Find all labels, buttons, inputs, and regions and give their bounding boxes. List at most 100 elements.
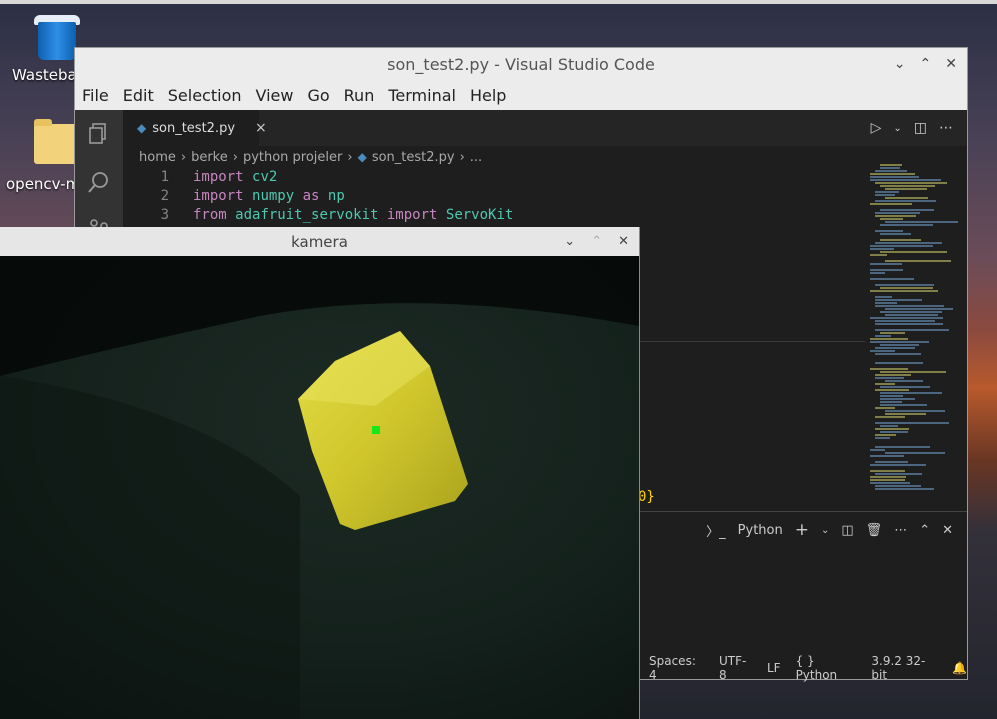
maximize-icon[interactable]: ⌃	[591, 234, 602, 249]
minimap-line	[880, 209, 934, 211]
search-icon[interactable]	[87, 170, 111, 194]
code-token: np	[327, 188, 345, 204]
line-number: 3	[160, 207, 169, 223]
maximize-panel-icon[interactable]: ⌃	[919, 523, 930, 538]
code-line: 3 from adafruit_servokit import ServoKit	[123, 206, 863, 225]
minimap-line	[880, 164, 902, 166]
minimap[interactable]	[870, 160, 960, 490]
minimap-line	[875, 422, 949, 424]
minimap-line	[880, 431, 908, 433]
minimize-icon[interactable]: ⌄	[894, 56, 906, 72]
minimap-line	[870, 476, 907, 478]
minimap-line	[870, 278, 914, 280]
minimap-line	[875, 194, 895, 196]
minimap-line	[880, 224, 934, 226]
minimap-line	[870, 272, 886, 274]
menu-file[interactable]: File	[75, 86, 116, 105]
status-bar: Spaces: 4 UTF-8 LF { } Python 3.9.2 32-b…	[639, 654, 967, 682]
minimize-icon[interactable]: ⌄	[564, 234, 575, 249]
camera-feed	[0, 256, 639, 719]
minimap-line	[875, 353, 921, 355]
close-panel-icon[interactable]: ✕	[942, 523, 953, 538]
menu-view[interactable]: View	[249, 86, 301, 105]
split-editor-icon[interactable]: ◫	[914, 120, 927, 136]
maximize-icon[interactable]: ⌃	[920, 56, 932, 72]
terminal-label[interactable]: Python	[738, 523, 783, 538]
minimap-line	[880, 404, 927, 406]
breadcrumb-item[interactable]: python projeler	[243, 150, 342, 165]
minimap-line	[875, 446, 931, 448]
menu-run[interactable]: Run	[337, 86, 382, 105]
minimap-line	[875, 242, 943, 244]
minimap-line	[875, 302, 898, 304]
python-file-icon: ◆	[357, 150, 367, 164]
minimap-line	[880, 425, 899, 427]
chevron-down-icon[interactable]: ⌄	[821, 525, 829, 536]
status-language[interactable]: { } Python	[796, 654, 857, 682]
chevron-down-icon[interactable]: ⌄	[893, 123, 901, 134]
breadcrumb-item[interactable]: berke	[191, 150, 228, 165]
minimap-line	[875, 329, 950, 331]
minimap-line	[875, 182, 948, 184]
minimap-line	[880, 218, 903, 220]
minimap-line	[870, 290, 938, 292]
minimap-line	[875, 305, 945, 307]
tab-son-test2[interactable]: ◆ son_test2.py ×	[123, 110, 267, 146]
minimap-line	[885, 308, 954, 310]
code-token: numpy	[252, 188, 303, 204]
kamera-window: kamera ⌄ ⌃ ✕	[0, 227, 640, 719]
more-actions-icon[interactable]: ⋯	[939, 120, 953, 136]
minimap-line	[875, 437, 891, 439]
minimap-line	[870, 455, 904, 457]
breadcrumb-item[interactable]: son_test2.py	[372, 150, 455, 165]
minimap-line	[870, 449, 886, 451]
minimap-line	[885, 221, 959, 223]
minimap-line	[885, 260, 951, 262]
minimap-line	[885, 413, 927, 415]
minimap-line	[880, 167, 900, 169]
more-actions-icon[interactable]: ⋯	[894, 523, 907, 538]
minimap-line	[880, 287, 934, 289]
minimap-line	[875, 383, 896, 385]
split-terminal-icon[interactable]: ◫	[841, 523, 853, 538]
minimap-line	[870, 338, 909, 340]
editor-divider	[639, 341, 865, 342]
add-terminal-icon[interactable]: +	[795, 520, 809, 540]
minimap-line	[875, 428, 909, 430]
status-indentation[interactable]: Spaces: 4	[649, 654, 704, 682]
minimap-line	[875, 230, 903, 232]
menu-terminal[interactable]: Terminal	[381, 86, 463, 105]
minimap-line	[870, 203, 913, 205]
minimap-line	[875, 296, 892, 298]
breadcrumb-item[interactable]: ...	[470, 150, 482, 165]
status-eol[interactable]: LF	[767, 661, 781, 675]
explorer-icon[interactable]	[87, 122, 111, 146]
menu-selection[interactable]: Selection	[161, 86, 249, 105]
close-icon[interactable]: ✕	[618, 234, 629, 249]
minimap-line	[870, 248, 895, 250]
code-editor[interactable]: 1 import cv2 2 import numpy as np 3 from adaf…	[123, 168, 863, 225]
window-title: kamera	[0, 227, 639, 256]
status-interpreter[interactable]: 3.9.2 32-bit	[871, 654, 937, 682]
minimap-line	[880, 395, 903, 397]
folder-icon	[34, 119, 78, 164]
status-encoding[interactable]: UTF-8	[719, 654, 752, 682]
minimap-line	[875, 299, 923, 301]
menu-go[interactable]: Go	[300, 86, 336, 105]
minimap-line	[880, 251, 948, 253]
close-icon[interactable]: ×	[255, 120, 267, 136]
menu-edit[interactable]: Edit	[116, 86, 161, 105]
python-file-icon: ◆	[137, 121, 147, 135]
trash-icon[interactable]: 🗑	[866, 523, 883, 538]
breadcrumb-item[interactable]: home	[139, 150, 176, 165]
minimap-line	[880, 233, 911, 235]
line-number: 1	[160, 169, 169, 185]
run-icon[interactable]: ▷	[871, 120, 882, 136]
minimap-line	[885, 380, 923, 382]
menu-bar: File Edit Selection View Go Run Terminal…	[75, 80, 967, 110]
bell-icon[interactable]: 🔔	[952, 661, 967, 675]
minimap-line	[875, 416, 905, 418]
menu-help[interactable]: Help	[463, 86, 513, 105]
close-icon[interactable]: ✕	[945, 56, 957, 72]
code-token: import	[193, 169, 253, 185]
